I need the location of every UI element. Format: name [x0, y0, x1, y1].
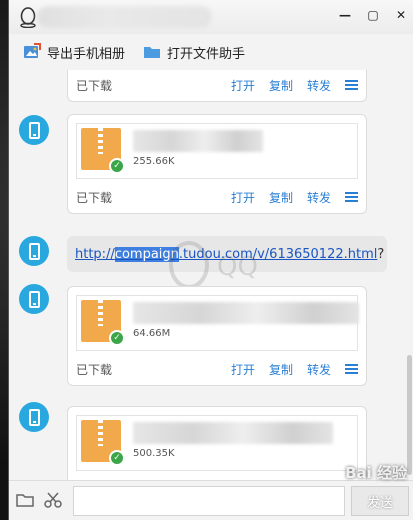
chat-message-area: 已下载 打开 复制 转发 ✓ 255.66K 已下载 打开 复制 转发 http… [9, 70, 413, 480]
message-input-bar: 发送 [9, 480, 413, 520]
file-card-footer: 已下载 打开 复制 转发 [76, 73, 358, 97]
phone-icon [28, 121, 40, 139]
copy-file-link[interactable]: 复制 [269, 189, 293, 206]
phone-icon [28, 290, 40, 308]
file-info[interactable]: ✓ 500.35K [76, 415, 358, 471]
blurred-contact-name [37, 6, 212, 28]
open-file-link[interactable]: 打开 [231, 77, 255, 94]
photo-export-icon [24, 43, 41, 58]
file-card-footer: 已下载 打开 复制 转发 [76, 357, 358, 381]
blurred-file-name [133, 130, 263, 152]
download-status: 已下载 [76, 190, 113, 205]
close-button[interactable]: ✕ [394, 8, 408, 22]
more-menu-icon[interactable] [345, 192, 358, 202]
qq-penguin-icon [20, 7, 36, 28]
file-size: 64.66M [133, 328, 171, 339]
folder-icon [144, 47, 161, 58]
file-message-card: 已下载 打开 复制 转发 [67, 70, 367, 102]
download-status: 已下载 [76, 78, 113, 93]
file-card-footer: 已下载 打开 复制 转发 [76, 185, 358, 209]
qq-chat-window: — ▢ ✕ 导出手机相册 打开文件助手 已下载 打开 复制 转发 ✓ 255.6… [8, 0, 413, 520]
avatar[interactable] [19, 236, 49, 266]
avatar[interactable] [19, 115, 49, 145]
file-info[interactable]: ✓ 255.66K [76, 123, 358, 179]
file-message-card: ✓ 64.66M 已下载 打开 复制 转发 [67, 286, 367, 386]
blurred-file-name [133, 422, 333, 444]
open-file-link[interactable]: 打开 [231, 361, 255, 378]
more-menu-icon[interactable] [345, 80, 358, 90]
more-menu-icon[interactable] [345, 364, 358, 374]
send-button[interactable]: 发送 [351, 486, 409, 516]
message-input[interactable] [73, 486, 345, 516]
link-suffix-text: ? [377, 246, 385, 262]
folder-icon[interactable] [16, 491, 34, 509]
copy-file-link[interactable]: 复制 [269, 77, 293, 94]
checkmark-icon: ✓ [109, 450, 125, 466]
link-message-bubble: http://compaign.tudou.com/v/613650122.ht… [67, 236, 387, 272]
file-size: 500.35K [133, 448, 175, 459]
file-info[interactable]: ✓ 64.66M [76, 295, 359, 351]
phone-icon [28, 408, 40, 426]
scissors-icon[interactable] [44, 491, 62, 509]
title-bar: — ▢ ✕ [9, 0, 413, 34]
avatar[interactable] [19, 284, 49, 314]
chat-scrollbar[interactable] [407, 355, 412, 475]
copy-file-link[interactable]: 复制 [269, 361, 293, 378]
minimize-button[interactable]: — [338, 8, 352, 22]
export-phone-album-label: 导出手机相册 [47, 46, 126, 62]
open-file-helper-button[interactable]: 打开文件助手 [143, 43, 245, 62]
message-url-link[interactable]: http://compaign.tudou.com/v/613650122.ht… [75, 246, 377, 262]
download-status: 已下载 [76, 362, 113, 377]
checkmark-icon: ✓ [109, 158, 125, 174]
file-size: 255.66K [133, 156, 175, 167]
maximize-button[interactable]: ▢ [366, 8, 380, 22]
export-phone-album-button[interactable]: 导出手机相册 [23, 43, 125, 62]
file-message-card: ✓ 255.66K 已下载 打开 复制 转发 [67, 114, 367, 214]
file-message-card: ✓ 500.35K [67, 406, 367, 480]
avatar[interactable] [19, 402, 49, 432]
blurred-file-name [133, 302, 359, 324]
checkmark-icon: ✓ [109, 330, 125, 346]
phone-icon [28, 242, 40, 260]
forward-file-link[interactable]: 转发 [307, 361, 331, 378]
forward-file-link[interactable]: 转发 [307, 77, 331, 94]
open-file-link[interactable]: 打开 [231, 189, 255, 206]
open-file-helper-label: 打开文件助手 [167, 46, 246, 62]
forward-file-link[interactable]: 转发 [307, 189, 331, 206]
chat-toolbar: 导出手机相册 打开文件助手 [9, 34, 413, 70]
